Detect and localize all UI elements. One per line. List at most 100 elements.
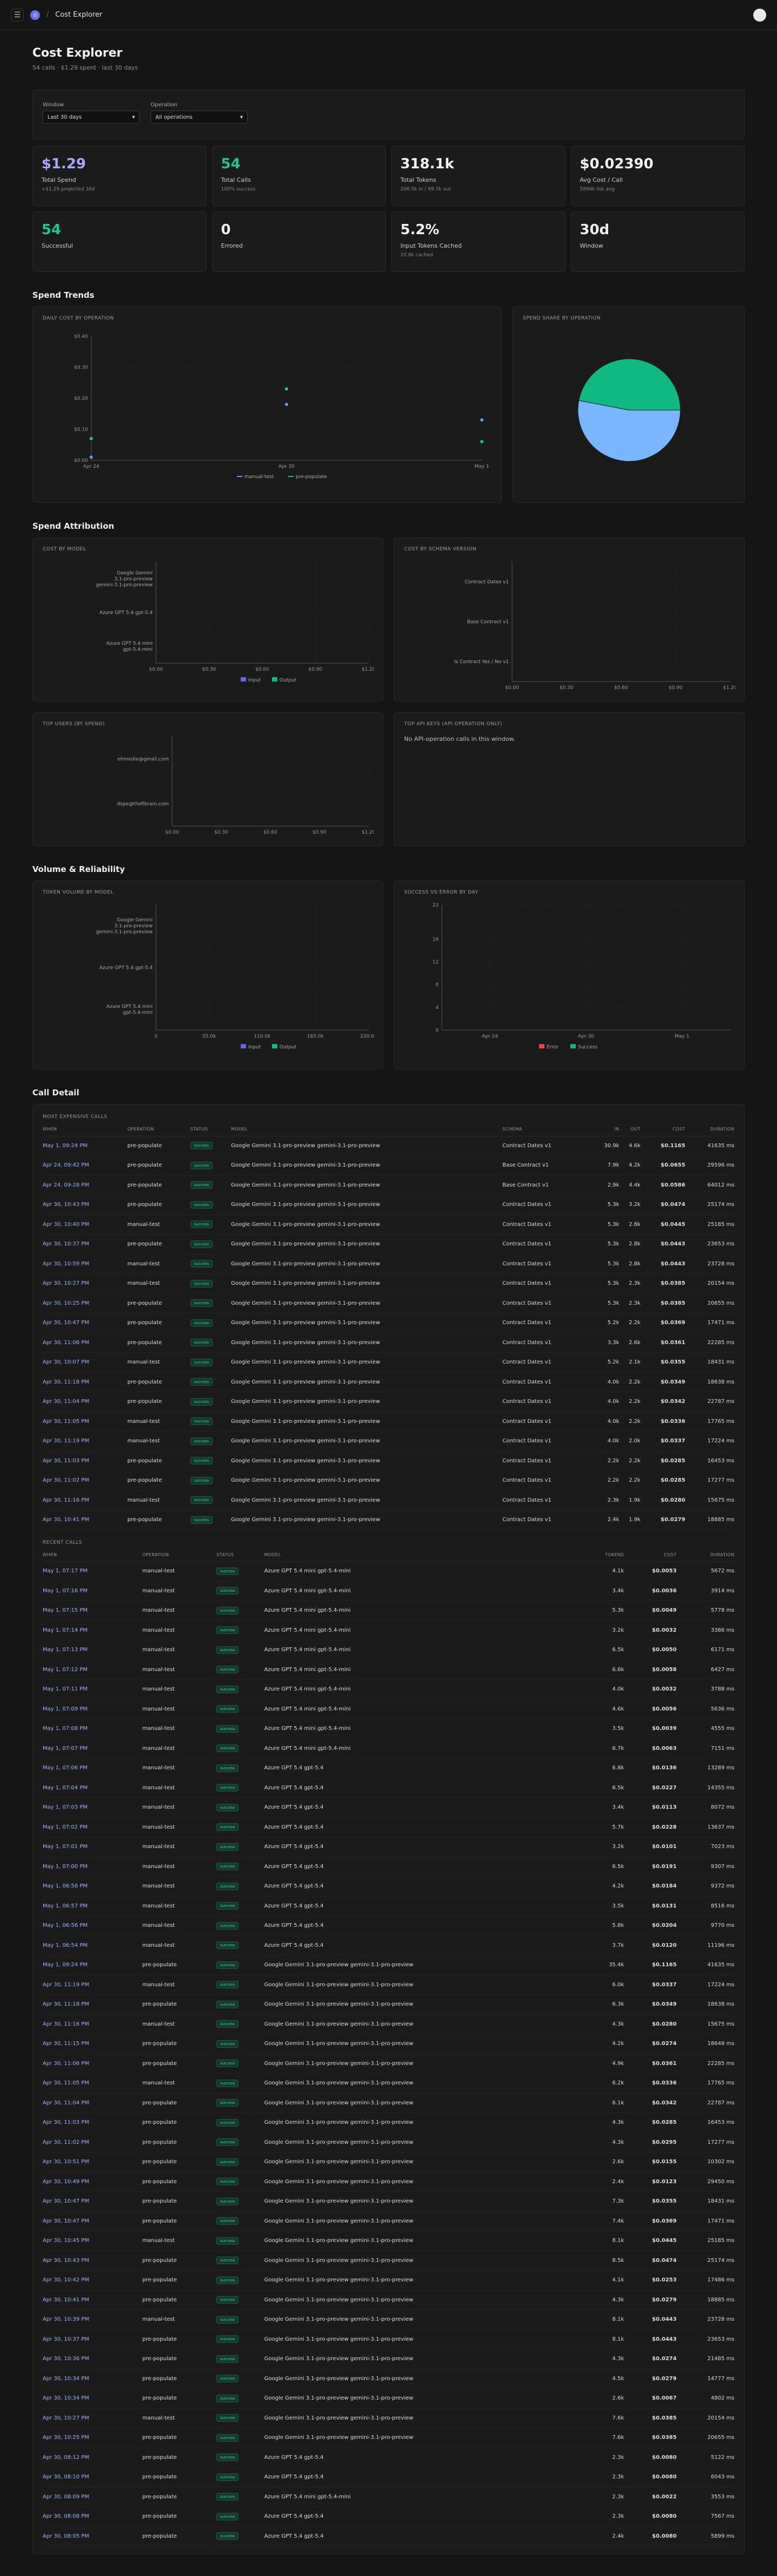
table-row[interactable]: Apr 30, 11:04 PM pre-populate success Googl… bbox=[43, 2093, 734, 2113]
table-row[interactable]: May 1, 06:57 PM manual-test success Azure G… bbox=[43, 1896, 734, 1916]
table-row[interactable]: May 1, 06:58 PM manual-test success Azure G… bbox=[43, 1876, 734, 1897]
table-row[interactable]: Apr 30, 11:03 PM pre-populate success Googl… bbox=[43, 2112, 734, 2133]
timestamp-link[interactable]: May 1, 06:54 PM bbox=[43, 1936, 142, 1955]
table-row[interactable]: Apr 30, 10:41 PM pre-populate success Googl… bbox=[43, 2290, 734, 2310]
table-row[interactable]: May 1, 09:24 PM pre-populate success Google… bbox=[43, 1955, 734, 1975]
timestamp-link[interactable]: May 1, 09:24 PM bbox=[43, 1955, 142, 1975]
timestamp-link[interactable]: Apr 30, 10:27 PM bbox=[43, 2408, 142, 2428]
menu-icon[interactable]: ☰ bbox=[11, 8, 24, 22]
table-row[interactable]: Apr 30, 11:05 PM manual-test success Google… bbox=[43, 1412, 734, 1432]
table-row[interactable]: Apr 30, 10:25 PM pre-populate success Googl… bbox=[43, 1293, 734, 1313]
column-header[interactable]: WHEN bbox=[43, 1548, 142, 1562]
timestamp-link[interactable]: Apr 30, 11:03 PM bbox=[43, 1451, 127, 1471]
timestamp-link[interactable]: Apr 30, 10:37 PM bbox=[43, 1234, 127, 1255]
table-row[interactable]: May 1, 07:08 PM manual-test success Azure G… bbox=[43, 1719, 734, 1739]
timestamp-link[interactable]: Apr 30, 11:18 PM bbox=[43, 1994, 142, 2015]
timestamp-link[interactable]: May 1, 07:14 PM bbox=[43, 1620, 142, 1640]
table-row[interactable]: Apr 30, 10:36 PM pre-populate success Googl… bbox=[43, 2349, 734, 2369]
column-header[interactable]: WHEN bbox=[43, 1123, 127, 1136]
timestamp-link[interactable]: Apr 30, 11:16 PM bbox=[43, 2014, 142, 2034]
table-row[interactable]: Apr 30, 11:04 PM pre-populate success Googl… bbox=[43, 1392, 734, 1412]
timestamp-link[interactable]: Apr 30, 11:03 PM bbox=[43, 2112, 142, 2133]
timestamp-link[interactable]: May 1, 07:04 PM bbox=[43, 1778, 142, 1798]
table-row[interactable]: May 1, 06:56 PM manual-test success Azure G… bbox=[43, 1916, 734, 1936]
timestamp-link[interactable]: May 1, 06:56 PM bbox=[43, 1916, 142, 1936]
column-header[interactable]: OUT bbox=[619, 1123, 641, 1136]
table-row[interactable]: Apr 30, 10:42 PM pre-populate success Googl… bbox=[43, 2270, 734, 2291]
timestamp-link[interactable]: Apr 30, 10:47 PM bbox=[43, 2211, 142, 2231]
column-header[interactable]: MODEL bbox=[231, 1123, 503, 1136]
timestamp-link[interactable]: Apr 30, 10:39 PM bbox=[43, 2309, 142, 2330]
timestamp-link[interactable]: Apr 30, 11:18 PM bbox=[43, 1372, 127, 1392]
table-row[interactable]: Apr 30, 11:18 PM pre-populate success Googl… bbox=[43, 1372, 734, 1392]
table-row[interactable]: Apr 30, 10:43 PM pre-populate success Googl… bbox=[43, 2251, 734, 2271]
table-row[interactable]: Apr 30, 10:45 PM manual-test success Google… bbox=[43, 2231, 734, 2251]
timestamp-link[interactable]: Apr 30, 10:43 PM bbox=[43, 1195, 127, 1215]
timestamp-link[interactable]: Apr 30, 10:43 PM bbox=[43, 2251, 142, 2271]
column-header[interactable]: IN bbox=[591, 1123, 619, 1136]
timestamp-link[interactable]: Apr 30, 10:59 PM bbox=[43, 1254, 127, 1274]
table-row[interactable]: Apr 30, 10:47 PM pre-populate success Googl… bbox=[43, 2211, 734, 2231]
table-row[interactable]: Apr 30, 10:34 PM pre-populate success Googl… bbox=[43, 2369, 734, 2389]
timestamp-link[interactable]: Apr 30, 10:47 PM bbox=[43, 2191, 142, 2212]
timestamp-link[interactable]: May 1, 07:01 PM bbox=[43, 1837, 142, 1857]
column-header[interactable]: DURATION bbox=[676, 1548, 734, 1562]
table-row[interactable]: Apr 30, 11:06 PM pre-populate success Googl… bbox=[43, 2054, 734, 2074]
timestamp-link[interactable]: May 1, 07:00 PM bbox=[43, 1857, 142, 1877]
table-row[interactable]: Apr 30, 08:10 PM pre-populate success Azure… bbox=[43, 2467, 734, 2488]
table-row[interactable]: Apr 30, 08:12 PM pre-populate success Azure… bbox=[43, 2448, 734, 2468]
table-row[interactable]: May 1, 07:14 PM manual-test success Azure G… bbox=[43, 1620, 734, 1640]
table-row[interactable]: Apr 30, 10:47 PM pre-populate success Googl… bbox=[43, 1313, 734, 1333]
timestamp-link[interactable]: Apr 30, 08:12 PM bbox=[43, 2448, 142, 2468]
table-row[interactable]: May 1, 07:17 PM manual-test success Azure G… bbox=[43, 1561, 734, 1582]
timestamp-link[interactable]: Apr 30, 10:47 PM bbox=[43, 1313, 127, 1333]
table-row[interactable]: Apr 30, 10:40 PM manual-test success Google… bbox=[43, 1215, 734, 1235]
table-row[interactable]: Apr 30, 10:27 PM manual-test success Google… bbox=[43, 1273, 734, 1294]
timestamp-link[interactable]: Apr 30, 11:02 PM bbox=[43, 1470, 127, 1491]
table-row[interactable]: Apr 30, 10:41 PM pre-populate success Googl… bbox=[43, 1510, 734, 1530]
window-select[interactable]: Last 30 days ▾ bbox=[43, 111, 140, 124]
timestamp-link[interactable]: May 1, 07:09 PM bbox=[43, 1699, 142, 1719]
table-row[interactable]: Apr 30, 10:51 PM pre-populate success Googl… bbox=[43, 2152, 734, 2172]
timestamp-link[interactable]: May 1, 07:07 PM bbox=[43, 1739, 142, 1759]
table-row[interactable]: Apr 30, 11:19 PM manual-test success Google… bbox=[43, 1431, 734, 1451]
table-row[interactable]: May 1, 07:12 PM manual-test success Azure G… bbox=[43, 1660, 734, 1680]
column-header[interactable]: DURATION bbox=[685, 1123, 734, 1136]
table-row[interactable]: Apr 30, 11:16 PM manual-test success Google… bbox=[43, 2014, 734, 2034]
table-row[interactable]: May 1, 07:03 PM manual-test success Azure G… bbox=[43, 1797, 734, 1818]
table-row[interactable]: May 1, 07:07 PM manual-test success Azure G… bbox=[43, 1739, 734, 1759]
table-row[interactable]: Apr 30, 11:06 PM pre-populate success Googl… bbox=[43, 1333, 734, 1353]
table-row[interactable]: Apr 30, 10:59 PM manual-test success Google… bbox=[43, 1254, 734, 1274]
table-row[interactable]: Apr 30, 11:15 PM pre-populate success Googl… bbox=[43, 2034, 734, 2054]
timestamp-link[interactable]: Apr 30, 08:08 PM bbox=[43, 2506, 142, 2527]
timestamp-link[interactable]: May 1, 07:13 PM bbox=[43, 1640, 142, 1660]
timestamp-link[interactable]: May 1, 07:15 PM bbox=[43, 1600, 142, 1621]
timestamp-link[interactable]: May 1, 07:17 PM bbox=[43, 1561, 142, 1582]
column-header[interactable]: MODEL bbox=[264, 1548, 584, 1562]
column-header[interactable]: SCHEMA bbox=[502, 1123, 592, 1136]
timestamp-link[interactable]: May 1, 06:58 PM bbox=[43, 1876, 142, 1897]
table-row[interactable]: Apr 30, 11:18 PM pre-populate success Googl… bbox=[43, 1994, 734, 2015]
timestamp-link[interactable]: Apr 30, 11:02 PM bbox=[43, 2132, 142, 2152]
timestamp-link[interactable]: Apr 30, 11:15 PM bbox=[43, 2034, 142, 2054]
operation-select[interactable]: All operations ▾ bbox=[151, 111, 248, 124]
column-header[interactable]: OPERATION bbox=[127, 1123, 190, 1136]
timestamp-link[interactable]: Apr 24, 09:28 PM bbox=[43, 1175, 127, 1195]
table-row[interactable]: Apr 30, 10:27 PM manual-test success Google… bbox=[43, 2408, 734, 2428]
timestamp-link[interactable]: Apr 30, 10:40 PM bbox=[43, 1215, 127, 1235]
table-row[interactable]: Apr 30, 08:08 PM pre-populate success Azure… bbox=[43, 2506, 734, 2527]
column-header[interactable]: OPERATION bbox=[142, 1548, 217, 1562]
timestamp-link[interactable]: Apr 30, 10:41 PM bbox=[43, 2290, 142, 2310]
table-row[interactable]: Apr 30, 10:25 PM pre-populate success Googl… bbox=[43, 2428, 734, 2448]
timestamp-link[interactable]: Apr 30, 10:34 PM bbox=[43, 2369, 142, 2389]
timestamp-link[interactable]: Apr 30, 10:27 PM bbox=[43, 1273, 127, 1294]
timestamp-link[interactable]: Apr 30, 08:10 PM bbox=[43, 2467, 142, 2488]
timestamp-link[interactable]: Apr 30, 10:49 PM bbox=[43, 2172, 142, 2192]
table-row[interactable]: Apr 30, 11:02 PM pre-populate success Googl… bbox=[43, 1470, 734, 1491]
table-row[interactable]: Apr 30, 10:37 PM pre-populate success Googl… bbox=[43, 1234, 734, 1255]
timestamp-link[interactable]: Apr 30, 10:36 PM bbox=[43, 2349, 142, 2369]
table-row[interactable]: Apr 24, 09:42 PM pre-populate success Googl… bbox=[43, 1155, 734, 1176]
column-header[interactable]: COST bbox=[640, 1123, 685, 1136]
timestamp-link[interactable]: May 1, 07:11 PM bbox=[43, 1679, 142, 1700]
table-row[interactable]: May 1, 07:16 PM manual-test success Azure G… bbox=[43, 1581, 734, 1601]
